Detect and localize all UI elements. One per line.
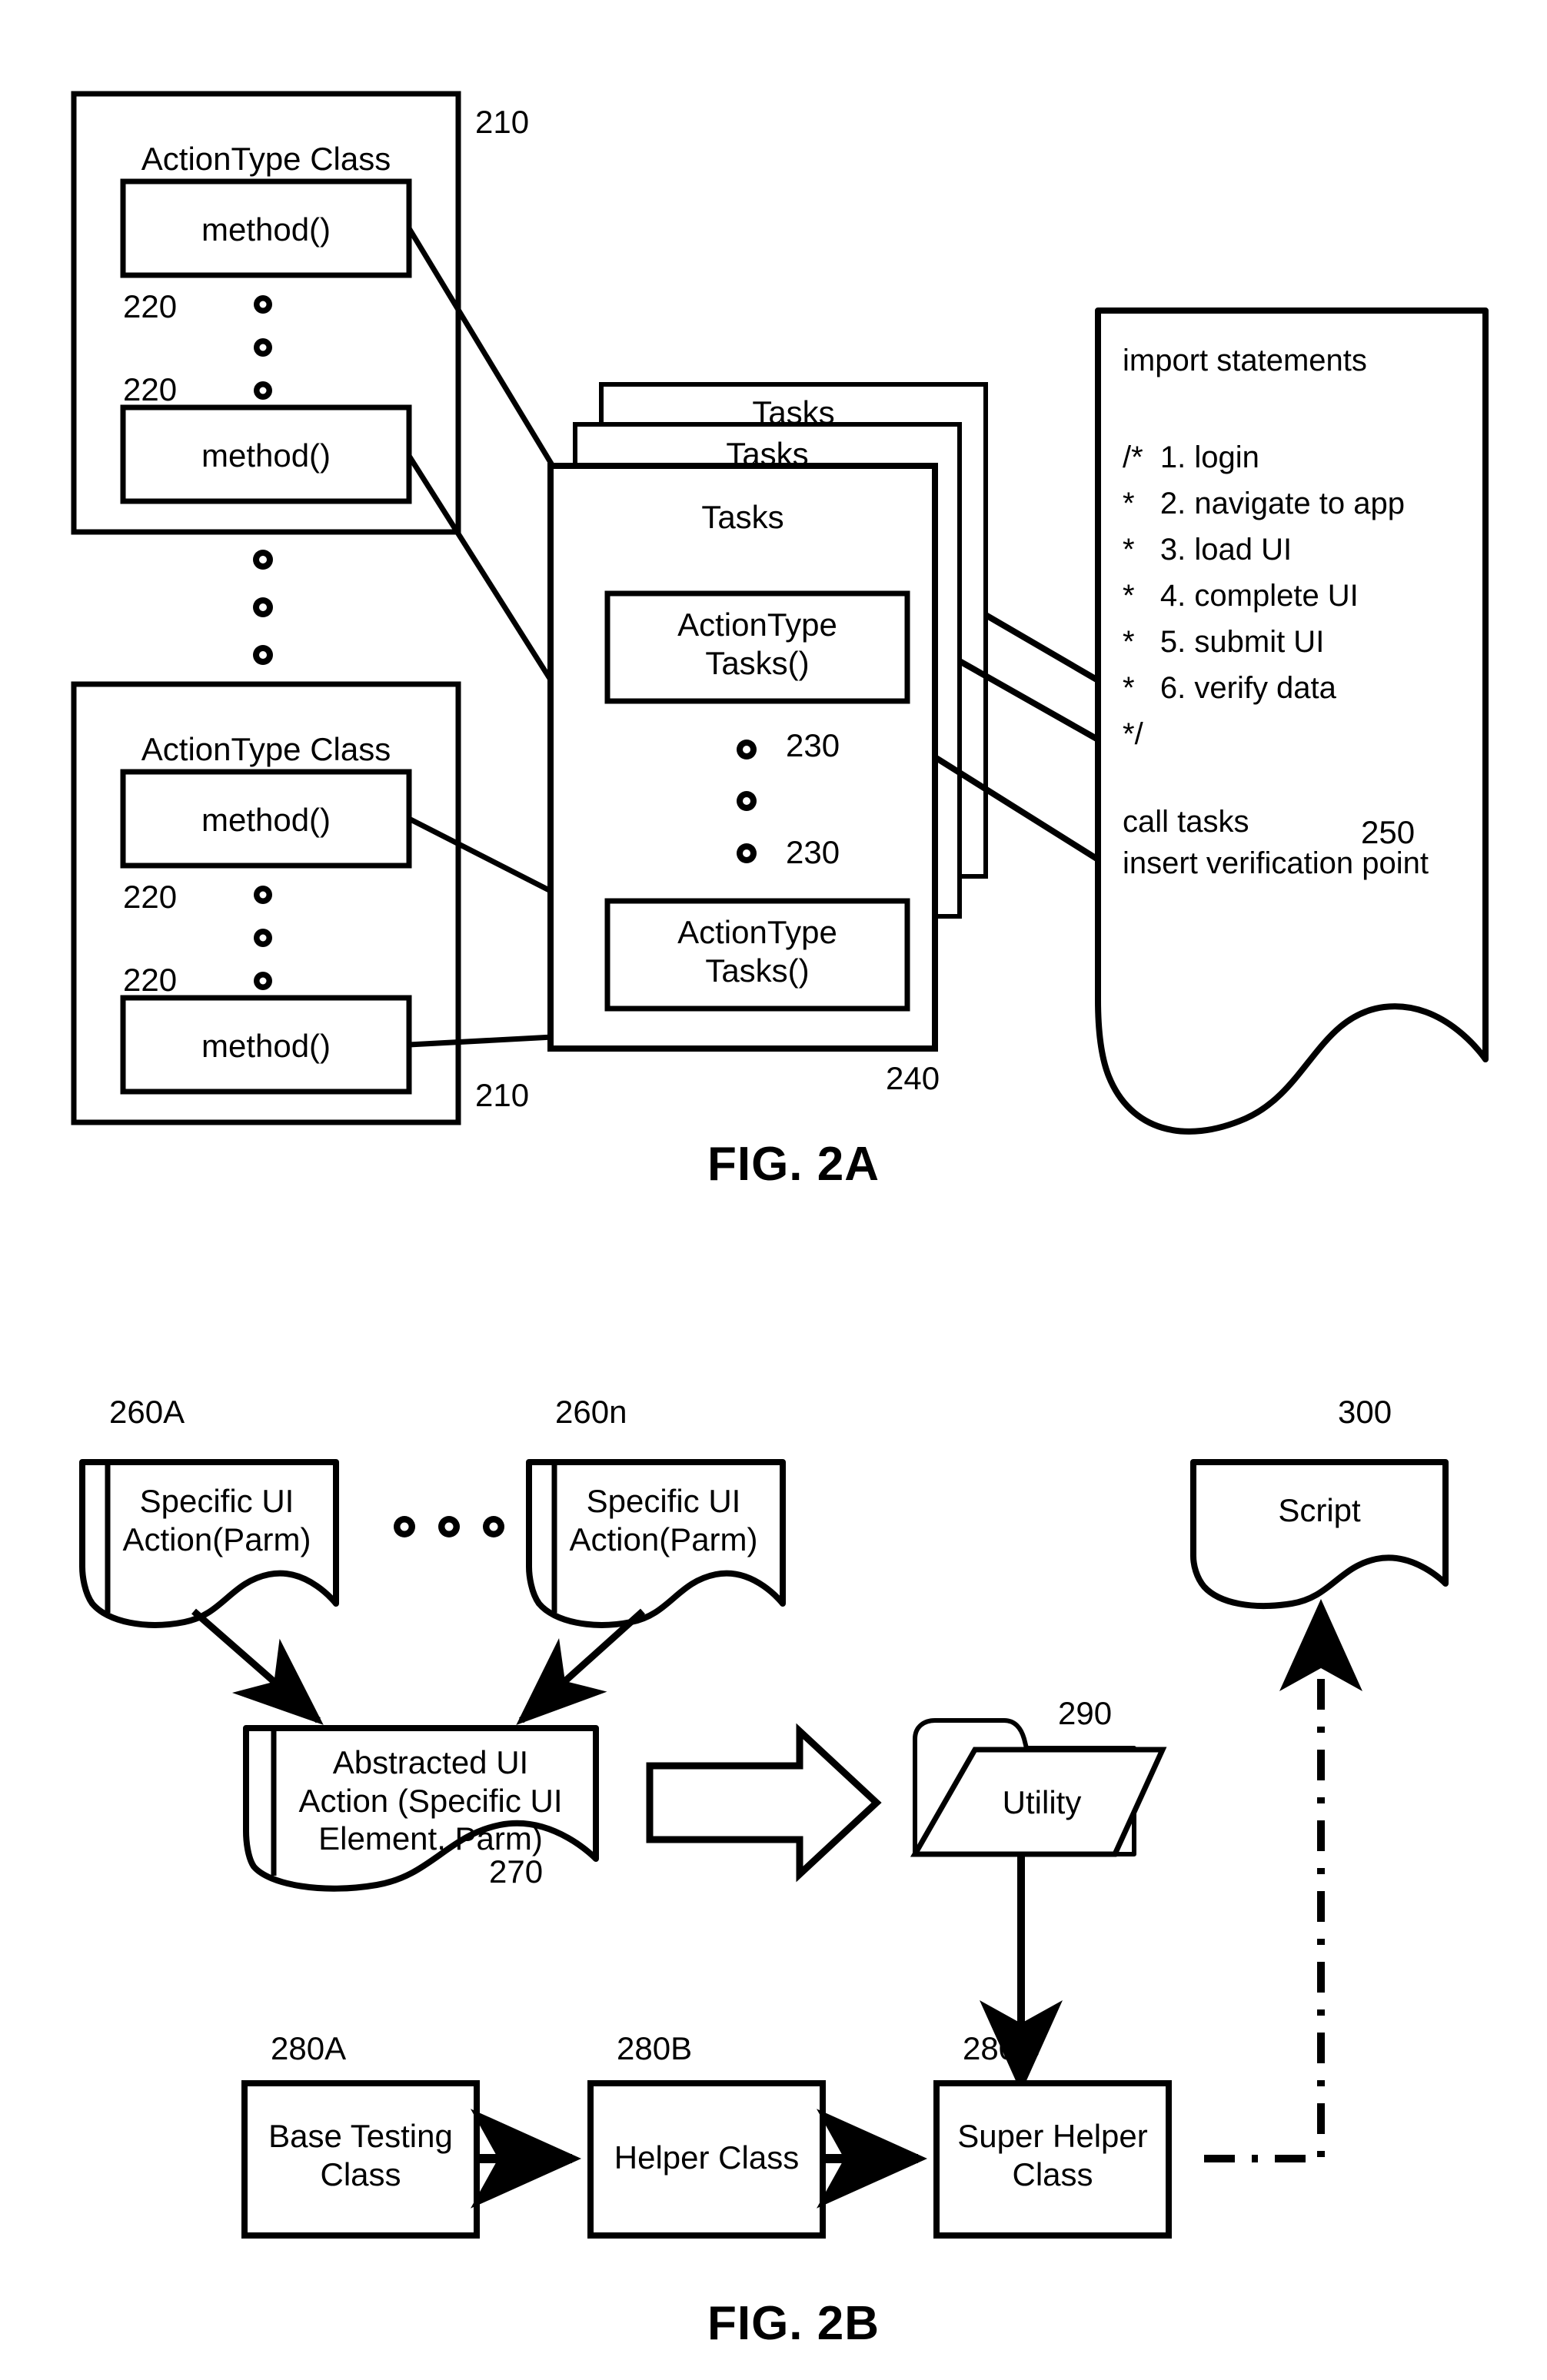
ref-300: 300 xyxy=(1338,1394,1392,1430)
script-document-250 xyxy=(1095,307,1489,1135)
ref-220-1a: 220 xyxy=(123,288,178,324)
ref-220-1b: 220 xyxy=(123,371,178,407)
ellipsis-dots-class1 xyxy=(254,295,272,400)
ref-270: 270 xyxy=(489,1853,544,1890)
actiontype-tasks-label-2: ActionType Tasks() xyxy=(677,914,837,989)
ref-290: 290 xyxy=(1058,1695,1113,1731)
ref-230-top: 230 xyxy=(786,727,840,763)
ref-250: 250 xyxy=(1361,814,1416,850)
ref-240: 240 xyxy=(886,1060,940,1096)
ellipsis-dots-docs xyxy=(394,1516,504,1537)
ref-260n: 260n xyxy=(555,1394,627,1430)
script-doc-comment-2: * 3. load UI xyxy=(1123,533,1292,567)
actiontype-tasks-label-1: ActionType Tasks() xyxy=(677,607,837,681)
ellipsis-dots-class2 xyxy=(254,886,272,990)
ref-280B: 280B xyxy=(617,2030,693,2066)
script-doc-comment-4: * 5. submit UI xyxy=(1123,625,1325,659)
fig-2a-caption: FIG. 2A xyxy=(707,1138,880,1191)
specific-ui-action-label-a: Specific UI Action(Parm) xyxy=(122,1483,311,1557)
script-doc-comment-5: * 6. verify data xyxy=(1123,671,1336,705)
super-helper-class-label: Super Helper Class xyxy=(957,2118,1148,2192)
tasks-back-title-2: Tasks xyxy=(752,394,835,430)
tasks-front-title: Tasks xyxy=(701,499,784,535)
ref-210-top: 210 xyxy=(475,104,530,140)
utility-folder-label: Utility xyxy=(1002,1784,1082,1820)
fig-2b-caption: FIG. 2B xyxy=(707,2297,880,2350)
script-doc-300 xyxy=(1190,1459,1449,1610)
script-doc-footer-0: call tasks xyxy=(1123,805,1249,839)
superhelper-to-script-dashdot xyxy=(1204,1599,1362,2162)
method-label-2a: method() xyxy=(201,802,331,838)
ellipsis-dots-between-classes xyxy=(253,550,273,665)
script-doc-comment-3: * 4. complete UI xyxy=(1123,579,1359,613)
script-doc-comment-6: */ xyxy=(1123,717,1143,751)
ref-230-bottom: 230 xyxy=(786,834,840,870)
method-label-1a: method() xyxy=(201,211,331,248)
method-label-1b: method() xyxy=(201,437,331,474)
block-arrow-right xyxy=(646,1723,882,1883)
specific-to-abstracted-arrows xyxy=(191,1608,646,1726)
ref-220-2b: 220 xyxy=(123,962,178,998)
ref-220-2a: 220 xyxy=(123,879,178,915)
ref-210-bottom: 210 xyxy=(475,1077,530,1113)
method-label-2b: method() xyxy=(201,1028,331,1064)
ref-260A: 260A xyxy=(109,1394,185,1430)
ref-280A: 280A xyxy=(271,2030,347,2066)
base-testing-class-label: Base Testing Class xyxy=(268,2118,453,2192)
actiontype-class-2-title: ActionType Class xyxy=(141,731,391,767)
tasks-back-title-1: Tasks xyxy=(726,436,809,472)
specific-ui-action-label-n: Specific UI Action(Parm) xyxy=(569,1483,758,1557)
helper-class-label: Helper Class xyxy=(614,2139,800,2176)
actiontype-class-1-title: ActionType Class xyxy=(141,141,391,177)
ref-280C: 280C xyxy=(963,2030,1040,2066)
script-doc-comment-0: /* 1. login xyxy=(1123,440,1259,474)
abstracted-ui-action-label: Abstracted UI Action (Specific UI Element,… xyxy=(298,1744,563,1857)
script-doc-header: import statements xyxy=(1123,344,1367,377)
patent-figure-sheet: ActionType Class 210 method() method() 2… xyxy=(0,0,1547,2380)
script-doc-comment-1: * 2. navigate to app xyxy=(1123,487,1405,520)
script-label: Script xyxy=(1278,1492,1361,1528)
